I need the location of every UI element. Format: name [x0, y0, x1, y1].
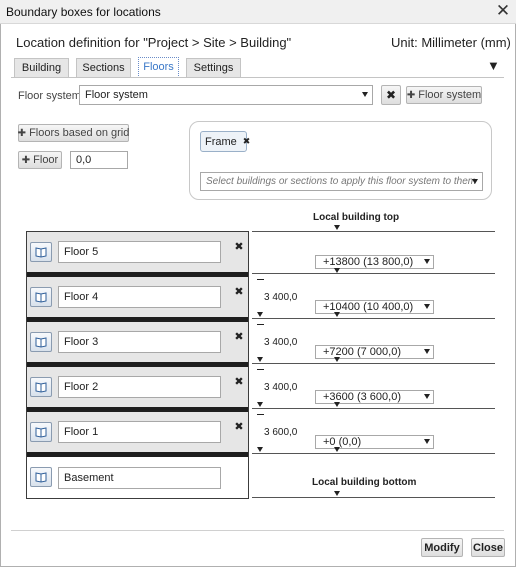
- floor-row: Floor 3 ✖: [27, 322, 248, 362]
- tab-divider: [11, 77, 504, 78]
- tab-sections[interactable]: Sections: [76, 58, 131, 78]
- level-line: [252, 453, 495, 454]
- height-marker: [257, 414, 264, 415]
- book-icon[interactable]: [30, 377, 52, 397]
- floor-name-input[interactable]: Floor 1: [58, 421, 221, 443]
- level-value: +0 (0,0): [323, 436, 362, 448]
- height-marker-icon: [257, 312, 263, 317]
- tag-frame-label: Frame: [205, 135, 237, 148]
- height-marker-icon: [257, 402, 263, 407]
- tab-building[interactable]: Building: [14, 58, 69, 78]
- level-line: [252, 231, 495, 232]
- chevron-down-icon: [424, 304, 430, 309]
- floor-height-input[interactable]: 0,0: [70, 151, 128, 169]
- floor-row: Floor 4 ✖: [27, 277, 248, 317]
- level-line: [252, 363, 495, 364]
- chevron-down-icon: [424, 439, 430, 444]
- tab-settings[interactable]: Settings: [186, 58, 241, 78]
- add-floor-system-button[interactable]: ✚ Floor system: [406, 86, 482, 104]
- modify-button[interactable]: Modify: [421, 538, 463, 557]
- floor-name-input[interactable]: Floor 4: [58, 286, 221, 308]
- floor-height-value: 3 600,0: [264, 427, 298, 438]
- level-line: [252, 497, 495, 498]
- window-title: Boundary boxes for locations: [6, 5, 161, 19]
- chevron-down-icon: [424, 259, 430, 264]
- floor-row: Basement: [27, 457, 248, 498]
- delete-floor-icon[interactable]: ✖: [232, 240, 246, 254]
- floor-name-input[interactable]: Basement: [58, 467, 221, 489]
- level-marker-icon: [334, 447, 340, 452]
- add-floor-button[interactable]: ✚ Floor: [18, 151, 62, 169]
- floor-name-input[interactable]: Floor 2: [58, 376, 221, 398]
- floor-height-value: 3 400,0: [264, 382, 298, 393]
- footer-divider: [11, 530, 504, 531]
- height-marker: [257, 324, 264, 325]
- height-marker: [257, 369, 264, 370]
- floor-name-input[interactable]: Floor 5: [58, 241, 221, 263]
- height-marker: [257, 279, 264, 280]
- collapse-icon[interactable]: ▼: [487, 58, 500, 73]
- height-marker-icon: [257, 447, 263, 452]
- book-icon[interactable]: [30, 467, 52, 487]
- book-icon[interactable]: [30, 332, 52, 352]
- plus-icon: ✚: [406, 89, 416, 101]
- level-marker-icon: [334, 491, 340, 496]
- floor-row: Floor 2 ✖: [27, 367, 248, 407]
- level-select[interactable]: +7200 (7 000,0): [315, 345, 434, 359]
- local-building-bottom-label: Local building bottom: [312, 477, 417, 488]
- plus-icon: ✚: [17, 127, 27, 139]
- delete-floor-icon[interactable]: ✖: [232, 330, 246, 344]
- clear-floor-system-button[interactable]: ✖: [381, 85, 401, 105]
- delete-floor-icon[interactable]: ✖: [232, 285, 246, 299]
- unit-label: Unit: Millimeter (mm): [391, 35, 511, 50]
- tag-remove-icon[interactable]: ✖: [243, 136, 251, 147]
- delete-floor-icon[interactable]: ✖: [232, 375, 246, 389]
- floor-name-input[interactable]: Floor 3: [58, 331, 221, 353]
- plus-icon: ✚: [21, 154, 31, 166]
- add-floor-system-label: Floor system: [418, 89, 482, 101]
- level-marker-icon: [334, 402, 340, 407]
- chevron-down-icon: [472, 178, 478, 184]
- chevron-down-icon: [424, 394, 430, 399]
- apply-to-buildings-select[interactable]: Select buildings or sections to apply th…: [200, 172, 483, 191]
- floor-row: Floor 1 ✖: [27, 412, 248, 452]
- tab-floors[interactable]: Floors: [138, 57, 179, 78]
- delete-floor-icon[interactable]: ✖: [232, 420, 246, 434]
- level-line: [252, 273, 495, 274]
- title-bar: Boundary boxes for locations ✕: [0, 0, 516, 24]
- floors-based-on-grid-button[interactable]: ✚ Floors based on grid: [18, 124, 129, 142]
- apply-to-buildings-placeholder: Select buildings or sections to apply th…: [206, 176, 477, 187]
- book-icon[interactable]: [30, 287, 52, 307]
- level-marker-icon: [334, 312, 340, 317]
- level-select[interactable]: +0 (0,0): [315, 435, 434, 449]
- add-floor-label: Floor: [33, 154, 59, 166]
- close-icon[interactable]: ✕: [494, 1, 512, 21]
- close-button[interactable]: Close: [471, 538, 505, 557]
- level-select[interactable]: +3600 (3 600,0): [315, 390, 434, 404]
- level-line: [252, 408, 495, 409]
- height-marker-icon: [257, 357, 263, 362]
- floors-based-on-grid-label: Floors based on grid: [29, 127, 130, 139]
- floor-row: Floor 5 ✖: [27, 232, 248, 272]
- level-marker-icon: [334, 357, 340, 362]
- floor-system-label: Floor system: [18, 90, 81, 102]
- floor-height-value: 3 400,0: [264, 292, 298, 303]
- level-value: +13800 (13 800,0): [323, 256, 414, 268]
- book-icon[interactable]: [30, 422, 52, 442]
- book-icon[interactable]: [30, 242, 52, 262]
- location-heading: Location definition for "Project > Site …: [16, 35, 292, 50]
- chevron-down-icon: [424, 349, 430, 354]
- local-building-top-label: Local building top: [313, 212, 400, 223]
- tag-frame: Frame ✖: [200, 131, 250, 152]
- floor-system-select[interactable]: Floor system: [79, 85, 373, 105]
- floor-height-value: 3 400,0: [264, 337, 298, 348]
- chevron-down-icon: [362, 92, 368, 97]
- level-line: [252, 318, 495, 319]
- level-select[interactable]: +13800 (13 800,0): [315, 255, 434, 269]
- level-marker-icon: [334, 225, 340, 230]
- level-select[interactable]: +10400 (10 400,0): [315, 300, 434, 314]
- floor-system-value: Floor system: [85, 89, 148, 101]
